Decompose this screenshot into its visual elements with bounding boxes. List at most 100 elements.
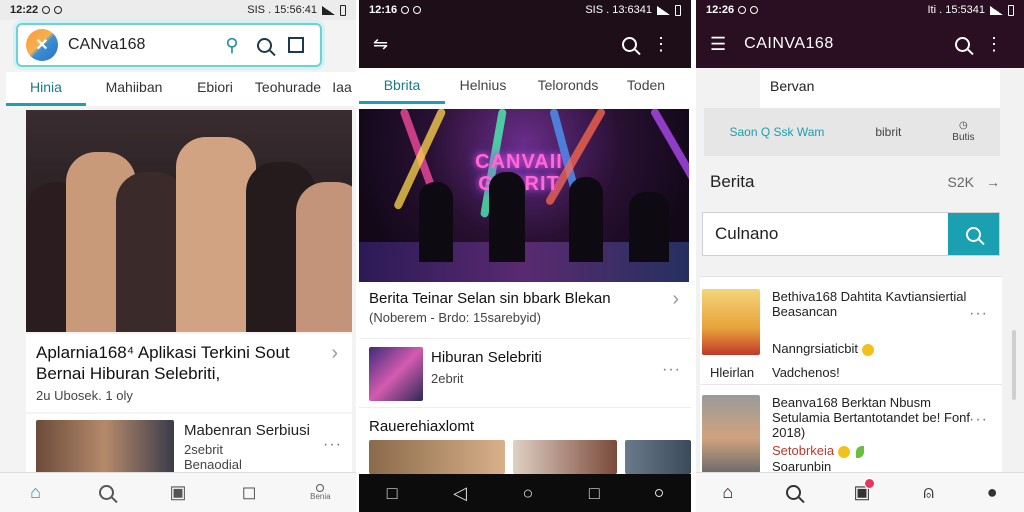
category-item[interactable]: Saon Q Ssk Wam (729, 125, 824, 139)
headline-meta: 2u Ubosek. 1 oly (36, 388, 133, 403)
status-right-text: SIS . 15:56:41 (247, 4, 317, 16)
menu-icon[interactable]: ☰ (710, 34, 726, 55)
tab-teohurade[interactable]: Teohurade (248, 72, 328, 106)
grid-thumbnail[interactable] (513, 440, 617, 474)
hero-image[interactable] (26, 110, 352, 332)
more-vert-icon: ⋮ (985, 33, 1003, 54)
overflow-menu-button[interactable]: ⋮ (978, 28, 1010, 60)
battery-icon (675, 4, 681, 16)
home-icon[interactable]: ⌂ (722, 482, 733, 503)
search-button[interactable] (613, 28, 645, 60)
profile-icon[interactable] (655, 489, 664, 497)
more-icon[interactable]: ··· (662, 361, 681, 379)
news-list: Bethiva168 Dahtita Kavtiansiertial Beasa… (700, 276, 1002, 474)
tab-teloronds[interactable]: Teloronds (521, 70, 615, 104)
grid-thumbnail[interactable] (369, 440, 505, 474)
notification-icon (42, 6, 51, 14)
category-item[interactable]: bibrit (875, 125, 901, 139)
chat-icon: ◻ (241, 482, 257, 502)
section-title: Rauerehiaxlomt (369, 418, 475, 435)
list-item[interactable]: Hiburan Selebriti 2ebrit ··· (359, 338, 691, 408)
grid-thumbnail[interactable] (625, 440, 691, 474)
signal-icon (990, 5, 1003, 15)
tab-ebiori[interactable]: Ebiori (182, 72, 248, 106)
list-item[interactable]: Bethiva168 Dahtita Kavtiansiertial Beasa… (700, 277, 1002, 385)
signal-icon (657, 5, 670, 15)
app-bar: CANva168 ⚲ (16, 23, 322, 67)
berita-banner[interactable]: Bervan (760, 70, 1000, 108)
chevron-right-icon: › (672, 288, 679, 310)
clock-icon: ◷ (959, 120, 968, 131)
search-input[interactable] (703, 213, 948, 255)
nav-search[interactable] (87, 475, 127, 511)
phone-screen-1: 12:22 SIS . 15:56:41 CANva168 ⚲ Hinia Ma… (0, 0, 356, 512)
item-title: Mabenran Serbiusi (184, 422, 310, 439)
more-icon[interactable]: ··· (323, 436, 342, 454)
item-sub-text: Nanngrsiaticbit (772, 341, 858, 356)
wrench-button[interactable]: ⚲ (216, 29, 248, 61)
headline-row[interactable]: Berita Teinar Selan sin bbark Blekan (No… (359, 286, 691, 332)
item-subtitle: 2sebrit Benaodial (184, 442, 242, 472)
headline-meta: (Noberem - Brdo: 15sarebyid) (369, 310, 541, 325)
nav-apps[interactable]: ▣ (158, 475, 198, 511)
search-icon (966, 226, 981, 242)
arrow-right-icon[interactable]: → (986, 174, 1000, 190)
search-button[interactable] (946, 28, 978, 60)
item-thumbnail (702, 395, 760, 473)
search-submit-button[interactable] (948, 213, 999, 255)
section-title: Berita (710, 172, 755, 191)
nav-home[interactable]: ⌂ (16, 475, 56, 511)
scrollbar[interactable] (1012, 330, 1016, 400)
item-title: Hiburan Selebriti (431, 349, 542, 366)
bookmark-button[interactable] (280, 29, 312, 61)
shuffle-icon[interactable]: ⇋ (373, 34, 388, 55)
leaf-icon (856, 445, 865, 458)
recents-icon[interactable]: □ (589, 483, 600, 504)
notification-icon (54, 6, 63, 14)
item-subtitle: 2ebrit (431, 371, 464, 386)
search-icon (954, 36, 970, 52)
more-vert-icon: ⋮ (652, 33, 670, 54)
tab-toden[interactable]: Toden (615, 70, 677, 104)
headline-title: Berita Teinar Selan sin bbark Blekan (369, 290, 611, 307)
hero-image[interactable]: CANVAII GEBRIT (359, 109, 689, 282)
item-thumbnail (36, 420, 174, 474)
item-thumbnail (702, 289, 760, 355)
avatar-icon[interactable]: ● (987, 482, 998, 503)
item-subtitle: Nanngrsiaticbit (772, 341, 874, 356)
item-thumbnail (369, 347, 423, 401)
home-circle-icon[interactable]: ○ (522, 483, 533, 504)
phone-screen-2: 12:16 SIS . 13:6341 ⇋ ⋮ Bbrita Helnius T… (359, 0, 691, 512)
signal-icon (322, 5, 335, 15)
wrench-icon: ⚲ (225, 34, 239, 55)
item-sub-text: Setobrkeia (772, 443, 835, 458)
square-icon[interactable]: □ (387, 483, 398, 504)
back-icon[interactable]: ◁ (453, 483, 467, 504)
tab-bbrita[interactable]: Bbrita (359, 70, 445, 104)
home-icon: ⌂ (30, 482, 42, 502)
nav-chat[interactable]: ◻ (229, 475, 269, 511)
list-item[interactable]: Beanva168 Berktan Nbusm Setulamia Bertan… (700, 387, 1002, 474)
section-count: S2K (947, 174, 974, 190)
tab-bar: Bbrita Helnius Teloronds Toden (359, 68, 691, 106)
list-item[interactable]: Mabenran Serbiusi 2sebrit Benaodial ··· (26, 414, 352, 474)
search-icon[interactable] (785, 485, 801, 500)
more-icon[interactable]: ··· (969, 305, 988, 323)
apps-icon[interactable]: ▣ (854, 478, 875, 503)
search-button[interactable] (248, 29, 280, 61)
tab-bar: Hinia Mahiiban Ebiori Teohurade Iaa (6, 72, 356, 106)
tab-mahiiban[interactable]: Mahiiban (86, 72, 182, 106)
overflow-menu-button[interactable]: ⋮ (645, 28, 677, 60)
tab-iaa[interactable]: Iaa (328, 72, 356, 106)
headline-card[interactable]: Aplarnia168⁴ Aplikasi Terkini Sout Berna… (26, 334, 352, 412)
item-meta: Vadchenos! (772, 365, 840, 380)
profile-icon[interactable]: ⍝ (923, 482, 934, 503)
notification-icon (413, 6, 422, 14)
chevron-right-icon: › (331, 342, 338, 364)
more-icon[interactable]: ··· (969, 411, 988, 429)
tab-hinia[interactable]: Hinia (6, 72, 86, 106)
bottom-nav: ⌂ ▣ ⍝ ● (696, 472, 1024, 512)
nav-profile[interactable]: Benia (300, 475, 340, 511)
tab-helnius[interactable]: Helnius (445, 70, 521, 104)
category-item[interactable]: ◷ Butis (952, 120, 974, 144)
